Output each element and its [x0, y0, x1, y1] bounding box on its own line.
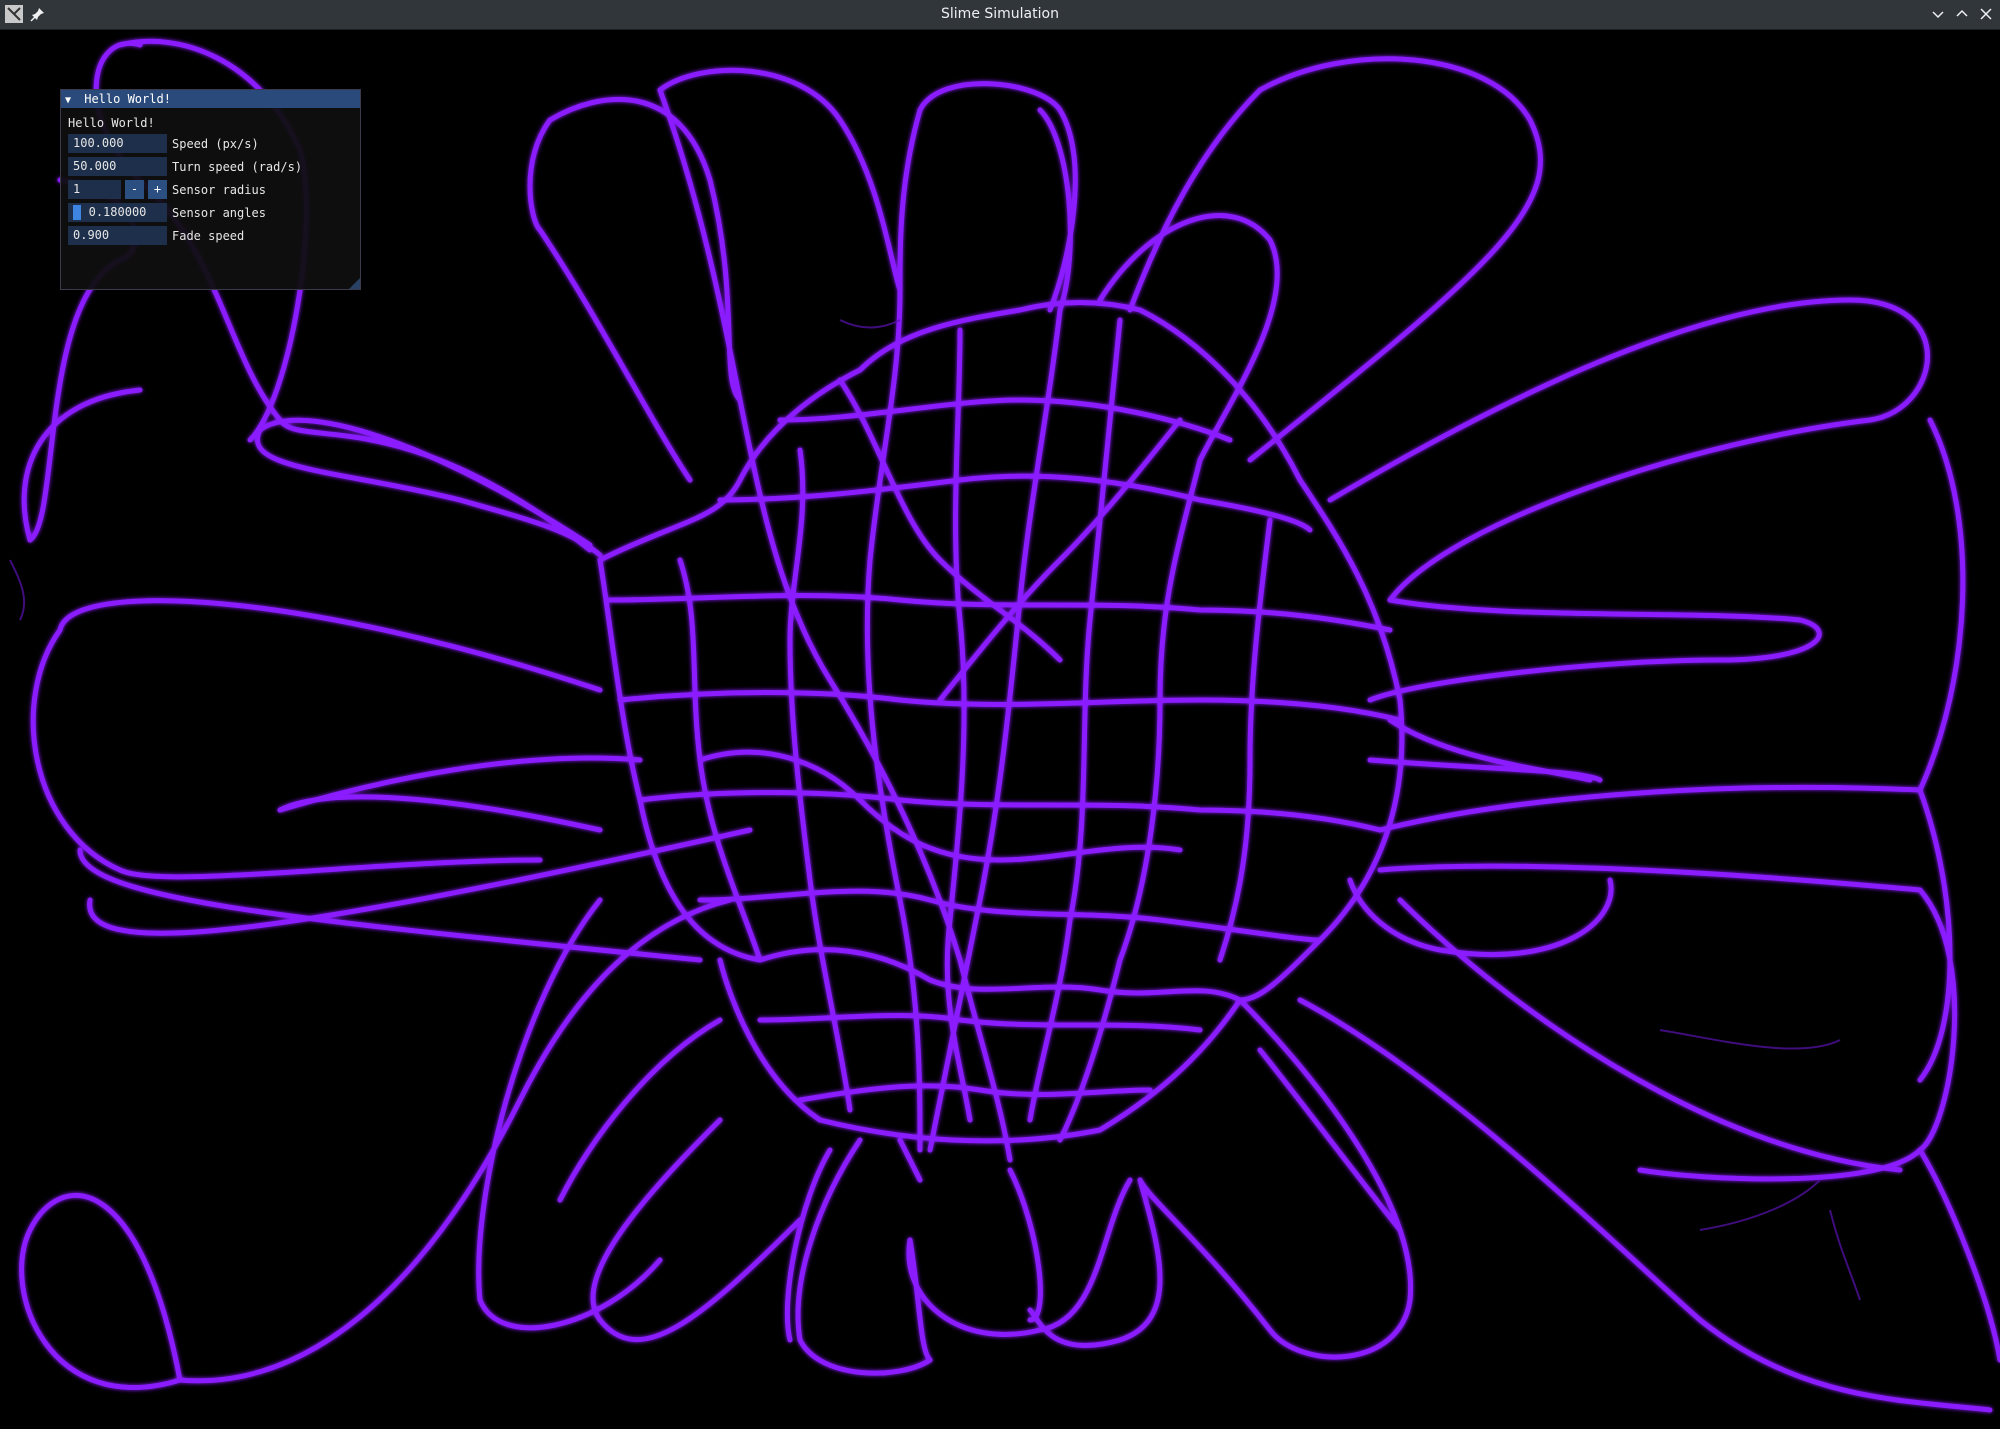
chevron-up-icon[interactable] — [1954, 6, 1970, 22]
chevron-down-icon[interactable] — [1930, 6, 1946, 22]
resize-grip[interactable] — [349, 278, 360, 289]
panel-body: Hello World! 100.000 Speed (px/s) 50.000… — [61, 108, 360, 251]
fade-speed-label: Fade speed — [172, 228, 245, 243]
imgui-panel[interactable]: ▼ Hello World! Hello World! 100.000 Spee… — [60, 89, 361, 290]
turn-speed-row: 50.000 Turn speed (rad/s) — [68, 155, 353, 178]
collapse-arrow-icon[interactable]: ▼ — [65, 92, 77, 110]
speed-label: Speed (px/s) — [172, 136, 259, 151]
speed-input[interactable]: 100.000 — [68, 134, 167, 153]
panel-text: Hello World! — [68, 116, 155, 130]
sensor-angles-row: 0.180000 Sensor angles — [68, 201, 353, 224]
increment-button[interactable]: + — [148, 180, 167, 199]
panel-title: Hello World! — [84, 92, 171, 106]
sensor-radius-input[interactable]: 1 — [68, 180, 121, 199]
decrement-button[interactable]: - — [125, 180, 144, 199]
slider-grab-handle[interactable] — [72, 205, 81, 220]
sensor-angles-value: 0.180000 — [88, 205, 147, 219]
window-titlebar[interactable]: Slime Simulation — [0, 0, 2000, 30]
panel-titlebar[interactable]: ▼ Hello World! — [61, 90, 360, 108]
sensor-radius-row: 1 - + Sensor radius — [68, 178, 353, 201]
turn-speed-label: Turn speed (rad/s) — [172, 159, 303, 174]
fade-speed-row: 0.900 Fade speed — [68, 224, 353, 247]
sensor-angles-slider[interactable]: 0.180000 — [68, 203, 167, 222]
speed-row: 100.000 Speed (px/s) — [68, 132, 353, 155]
close-icon[interactable] — [1978, 6, 1994, 22]
window-title: Slime Simulation — [941, 6, 1059, 22]
fade-speed-input[interactable]: 0.900 — [68, 226, 167, 245]
sensor-radius-label: Sensor radius — [172, 182, 266, 197]
turn-speed-input[interactable]: 50.000 — [68, 157, 167, 176]
app-window: Slime Simulation ▼ Hello World! Hello Wo… — [0, 0, 2000, 1429]
sensor-angles-label: Sensor angles — [172, 205, 266, 220]
